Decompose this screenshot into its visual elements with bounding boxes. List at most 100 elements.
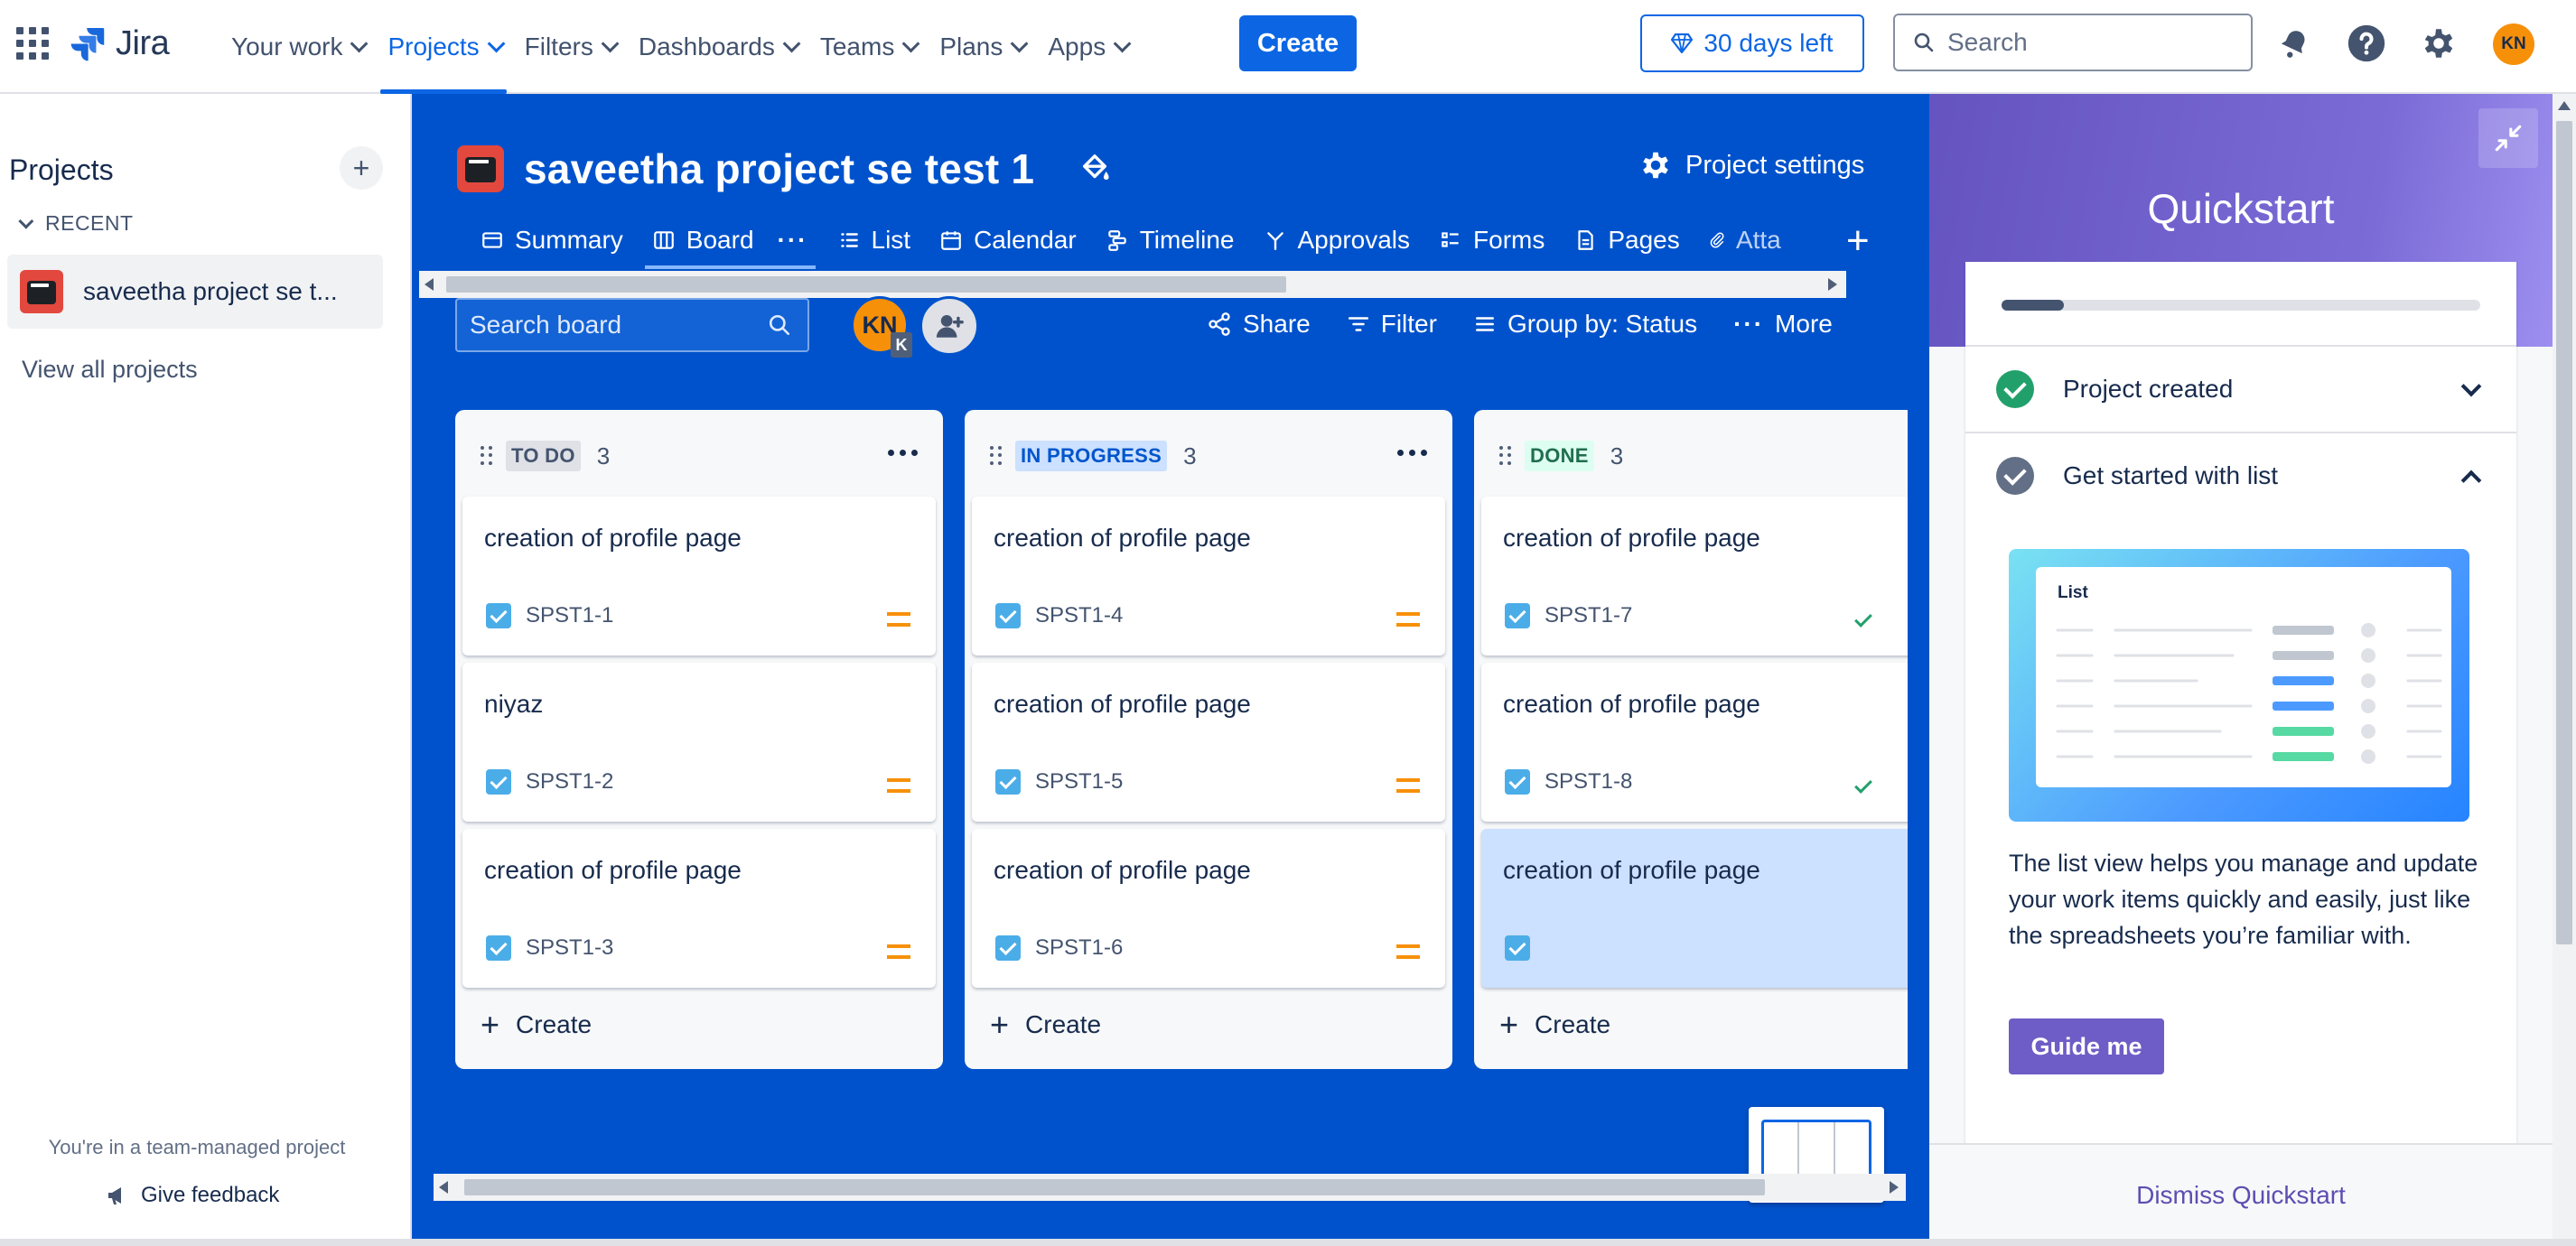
user-avatar[interactable]: KN (2493, 23, 2534, 65)
create-issue-button[interactable]: + Create (1499, 1006, 1610, 1044)
tab-summary[interactable]: Summary (466, 209, 638, 271)
scroll-right-icon[interactable] (1828, 278, 1837, 291)
tab-board[interactable]: Board ··· (638, 209, 823, 271)
card-key[interactable]: SPST1-2 (526, 769, 613, 795)
nav-dashboards[interactable]: Dashboards (626, 0, 807, 94)
page-vertical-scrollbar[interactable] (2553, 94, 2576, 1246)
settings-icon[interactable] (2419, 23, 2459, 63)
card-key[interactable]: SPST1-3 (526, 935, 613, 961)
jira-logo[interactable]: Jira (69, 22, 170, 65)
summary-icon (482, 232, 502, 248)
drag-handle-icon[interactable] (990, 446, 1003, 466)
notifications-icon[interactable] (2274, 23, 2314, 63)
view-all-projects-link[interactable]: View all projects (22, 356, 198, 384)
column-more-icon[interactable] (1397, 450, 1427, 456)
tab-approvals[interactable]: Approvals (1249, 209, 1425, 271)
more-button[interactable]: ··· More (1715, 310, 1851, 339)
drag-handle-icon[interactable] (1499, 446, 1512, 466)
tabs-scrollbar[interactable] (419, 271, 1846, 298)
add-tab-button[interactable]: + (1846, 219, 1870, 264)
board-column-todo: TO DO 3 creation of profile page SPST1-1… (455, 410, 943, 1069)
issue-card[interactable]: creation of profile page SPST1-4 (972, 497, 1445, 656)
create-issue-button[interactable]: + Create (481, 1006, 592, 1044)
search-board-input[interactable]: Search board (455, 298, 809, 352)
sidebar-item-project[interactable]: saveetha project se t... (7, 255, 383, 329)
filter-button[interactable]: Filter (1329, 310, 1455, 339)
card-key[interactable]: SPST1-1 (526, 603, 613, 628)
issue-card[interactable]: creation of profile page SPST1-5 (972, 663, 1445, 822)
task-type-icon (995, 603, 1021, 628)
quickstart-description: The list view helps you manage and updat… (2009, 850, 2478, 949)
priority-medium-icon (1396, 944, 1420, 959)
nav-filters[interactable]: Filters (512, 0, 626, 94)
create-button[interactable]: Create (1239, 15, 1357, 71)
create-issue-button[interactable]: + Create (990, 1006, 1101, 1044)
tab-list[interactable]: List (823, 209, 926, 271)
issue-card[interactable]: creation of profile page SPST1-1 (462, 497, 936, 656)
card-key[interactable]: SPST1-7 (1545, 603, 1632, 628)
task-type-icon (1505, 603, 1530, 628)
tab-calendar[interactable]: Calendar (925, 209, 1091, 271)
issue-card[interactable]: niyaz SPST1-2 (462, 663, 936, 822)
nav-plans[interactable]: Plans (927, 0, 1035, 94)
project-tabs: Summary Board ··· List Calendar Timeline… (466, 209, 1781, 271)
add-people-button[interactable] (919, 296, 979, 356)
paint-bucket-icon[interactable] (1079, 153, 1110, 184)
nav-label: Your work (231, 33, 343, 60)
help-icon[interactable] (2347, 23, 2386, 63)
done-check-icon (1854, 776, 1872, 794)
collapse-icon[interactable] (2478, 108, 2538, 168)
share-button[interactable]: Share (1189, 310, 1329, 339)
tab-attachments[interactable]: Atta (1694, 209, 1781, 271)
group-by-button[interactable]: Group by: Status (1455, 310, 1715, 339)
top-navigation: Jira Your work Projects Filters Dashboar… (0, 0, 2576, 94)
tab-timeline[interactable]: Timeline (1091, 209, 1249, 271)
recent-section-toggle[interactable]: RECENT (18, 211, 134, 236)
board-horizontal-scrollbar[interactable] (434, 1174, 1906, 1201)
scroll-up-icon[interactable] (2558, 101, 2571, 110)
window-bottom-edge (0, 1239, 2576, 1246)
issue-card[interactable]: creation of profile page SPST1-7 (1481, 497, 1908, 656)
tab-pages[interactable]: Pages (1559, 209, 1694, 271)
issue-card[interactable]: creation of profile page SPST1-6 (972, 829, 1445, 988)
dismiss-quickstart-link[interactable]: Dismiss Quickstart (2136, 1181, 2346, 1210)
scrollbar-thumb[interactable] (2556, 121, 2572, 944)
forms-icon (1442, 232, 1459, 247)
column-header: IN PROGRESS 3 (990, 441, 1197, 471)
card-key[interactable]: SPST1-6 (1035, 935, 1123, 961)
card-key[interactable]: SPST1-4 (1035, 603, 1123, 628)
issue-card[interactable]: creation of profile page SPST1-3 (462, 829, 936, 988)
issue-card[interactable]: creation of profile page SPST1-8 (1481, 663, 1908, 822)
scrollbar-thumb[interactable] (446, 276, 1286, 293)
app-switcher-icon[interactable] (16, 27, 49, 60)
guide-me-button[interactable]: Guide me (2009, 1018, 2164, 1074)
drag-handle-icon[interactable] (481, 446, 493, 466)
column-more-icon[interactable] (888, 450, 918, 456)
scroll-left-icon[interactable] (425, 278, 434, 291)
trial-button[interactable]: 30 days left (1640, 14, 1864, 72)
scroll-left-icon[interactable] (439, 1181, 448, 1194)
task-type-icon (486, 603, 511, 628)
card-key[interactable]: SPST1-8 (1545, 769, 1632, 795)
tab-more-icon[interactable]: ··· (778, 226, 808, 255)
quickstart-item-get-started-list[interactable]: Get started with list (1965, 432, 2516, 518)
card-key[interactable]: SPST1-5 (1035, 769, 1123, 795)
quickstart-item-project-created[interactable]: Project created (1965, 345, 2516, 432)
nav-your-work[interactable]: Your work (219, 0, 375, 94)
scroll-right-icon[interactable] (1890, 1181, 1899, 1194)
nav-apps[interactable]: Apps (1035, 0, 1138, 94)
chevron-down-icon (782, 34, 801, 53)
nav-teams[interactable]: Teams (807, 0, 927, 94)
tab-forms[interactable]: Forms (1424, 209, 1559, 271)
scrollbar-thumb[interactable] (464, 1179, 1765, 1195)
give-feedback-link[interactable]: Give feedback (107, 1183, 279, 1208)
card-title: niyaz (484, 690, 544, 718)
project-settings-button[interactable]: Project settings (1638, 148, 1864, 182)
create-label: Create (1025, 1010, 1102, 1038)
gear-icon (1643, 152, 1668, 179)
issue-card-selected[interactable]: creation of profile page (1481, 829, 1908, 988)
calendar-icon (941, 231, 961, 250)
nav-projects[interactable]: Projects (375, 0, 511, 94)
search-input[interactable]: Search (1893, 14, 2253, 71)
add-project-button[interactable]: + (340, 146, 383, 190)
